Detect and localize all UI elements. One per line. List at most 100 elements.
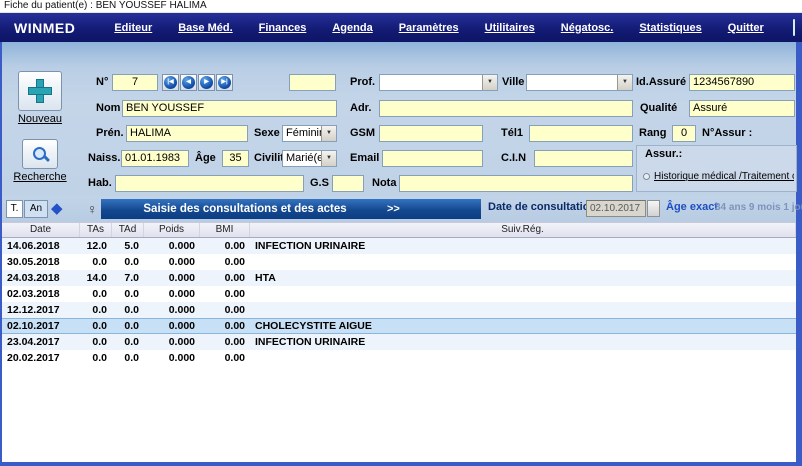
diamond-icon[interactable]: ◆ [51,199,63,219]
chevron-down-icon[interactable]: ▼ [482,75,497,90]
table-row[interactable]: 02.10.20170.00.00.0000.00CHOLECYSTITE AI… [2,318,796,334]
cell-poids: 0.000 [144,302,200,318]
window-body: Nouveau Recherche N° 7 |◀ ◀ ▶ ▶| Prof. ▼… [0,42,802,466]
cell-tad: 0.0 [112,286,144,302]
nouveau-label[interactable]: Nouveau [8,113,72,125]
radio-icon[interactable] [643,173,650,180]
menu-item-param-tres[interactable]: Paramètres [386,22,472,34]
prof-combo[interactable]: ▼ [379,74,498,91]
next-record-button[interactable]: ▶ [198,74,215,91]
first-record-icon: |◀ [164,76,177,89]
nom-field[interactable]: BEN YOUSSEF [122,100,337,117]
table-row[interactable]: 02.03.20180.00.00.0000.00 [2,286,796,302]
cell-date: 02.10.2017 [2,318,80,334]
nota-field[interactable] [399,175,633,192]
cell-date: 24.03.2018 [2,270,80,286]
chevron-down-icon[interactable]: ▼ [617,75,632,90]
cell-poids: 0.000 [144,334,200,350]
menu-item-base-m-d[interactable]: Base Méd. [165,22,245,34]
prenom-field[interactable]: HALIMA [126,125,248,142]
email-field[interactable] [382,150,483,167]
header-bmi[interactable]: BMI [200,223,250,237]
menu-item-utilitaires[interactable]: Utilitaires [472,22,548,34]
prenom-label: Prén. [96,125,124,142]
cell-date: 12.12.2017 [2,302,80,318]
qualite-label: Qualité [640,100,677,117]
consult-symbol-icon[interactable]: ♀ [87,199,98,219]
cell-tas: 12.0 [80,238,112,254]
civilite-value: Marié(e) [283,151,321,166]
gs-field[interactable] [332,175,364,192]
menu-item-editeur[interactable]: Editeur [101,22,165,34]
age-label: Âge [195,150,216,167]
date-picker-button[interactable] [647,200,660,217]
recherche-button[interactable] [22,139,58,169]
cell-tad: 0.0 [112,334,144,350]
tab-an[interactable]: An [24,200,48,218]
naiss-label: Naiss. [88,150,120,167]
menu-item-n-gatosc[interactable]: Négatosc. [548,22,627,34]
date-consultation-field[interactable]: 02.10.2017 [586,200,646,217]
patient-form: Nouveau Recherche N° 7 |◀ ◀ ▶ ▶| Prof. ▼… [2,42,796,196]
rang-field[interactable]: 0 [672,125,696,142]
chevron-down-icon[interactable]: ▼ [321,151,336,166]
previous-record-icon: ◀ [182,76,195,89]
next-record-icon: ▶ [200,76,213,89]
tel1-field[interactable] [529,125,633,142]
assur-label: Assur.: [645,148,682,160]
menu-item-quitter[interactable]: Quitter [715,22,777,34]
age-field[interactable]: 35 [222,150,249,167]
cell-date: 23.04.2017 [2,334,80,350]
hab-label: Hab. [88,175,112,192]
header-tas[interactable]: TAs [80,223,112,237]
cell-poids: 0.000 [144,238,200,254]
gsm-field[interactable] [379,125,483,142]
hab-field[interactable] [115,175,304,192]
menu-item-agenda[interactable]: Agenda [319,22,385,34]
assur-panel: Assur.: Historique médical /Traitement c… [636,145,797,192]
recherche-label[interactable]: Recherche [6,171,74,183]
historique-text[interactable]: Historique médical /Traitement chro [654,171,794,182]
menu-item-statistiques[interactable]: Statistiques [626,22,714,34]
first-record-button[interactable]: |◀ [162,74,179,91]
table-row[interactable]: 24.03.201814.07.00.0000.00HTA [2,270,796,286]
cell-poids: 0.000 [144,350,200,366]
id-assure-field[interactable]: 1234567890 [689,74,795,91]
cell-suiv: CHOLECYSTITE AIGUE [250,318,796,334]
sexe-label: Sexe [254,125,280,142]
table-row[interactable]: 20.02.20170.00.00.0000.00 [2,350,796,366]
chevron-down-icon[interactable]: ▼ [321,126,336,141]
cell-suiv: INFECTION URINAIRE [250,334,796,350]
nouveau-button[interactable] [18,71,62,111]
expand-chevrons[interactable]: >> [387,199,400,219]
adr-field[interactable] [379,100,633,117]
numero-field[interactable]: 7 [112,74,158,91]
consultations-table: Date TAs TAd Poids BMI Suiv.Rég. 14.06.2… [2,222,796,462]
header-tad[interactable]: TAd [112,223,144,237]
cell-suiv [250,350,796,366]
id-assure-label: Id.Assuré [636,74,686,91]
ville-combo[interactable]: ▼ [526,74,633,91]
cell-tas: 0.0 [80,286,112,302]
previous-record-button[interactable]: ◀ [180,74,197,91]
table-row[interactable]: 30.05.20180.00.00.0000.00 [2,254,796,270]
menu-item-finances[interactable]: Finances [246,22,320,34]
header-suiv[interactable]: Suiv.Rég. [250,223,796,237]
table-row[interactable]: 23.04.20170.00.00.0000.00INFECTION URINA… [2,334,796,350]
cell-tas: 0.0 [80,350,112,366]
civilite-combo[interactable]: Marié(e) ▼ [282,150,337,167]
cell-bmi: 0.00 [200,254,250,270]
aux-number-field[interactable] [289,74,336,91]
tab-t[interactable]: T. [6,200,23,218]
cin-field[interactable] [534,150,633,167]
window-control-icon[interactable] [793,19,795,36]
naiss-field[interactable]: 01.01.1983 [121,150,189,167]
last-record-button[interactable]: ▶| [216,74,233,91]
header-date[interactable]: Date [2,223,80,237]
table-row[interactable]: 12.12.20170.00.00.0000.00 [2,302,796,318]
table-row[interactable]: 14.06.201812.05.00.0000.00INFECTION URIN… [2,238,796,254]
header-poids[interactable]: Poids [144,223,200,237]
qualite-field[interactable]: Assuré [689,100,795,117]
historique-link[interactable]: Historique médical /Traitement chro [641,171,794,182]
sexe-combo[interactable]: Féminin ▼ [282,125,337,142]
